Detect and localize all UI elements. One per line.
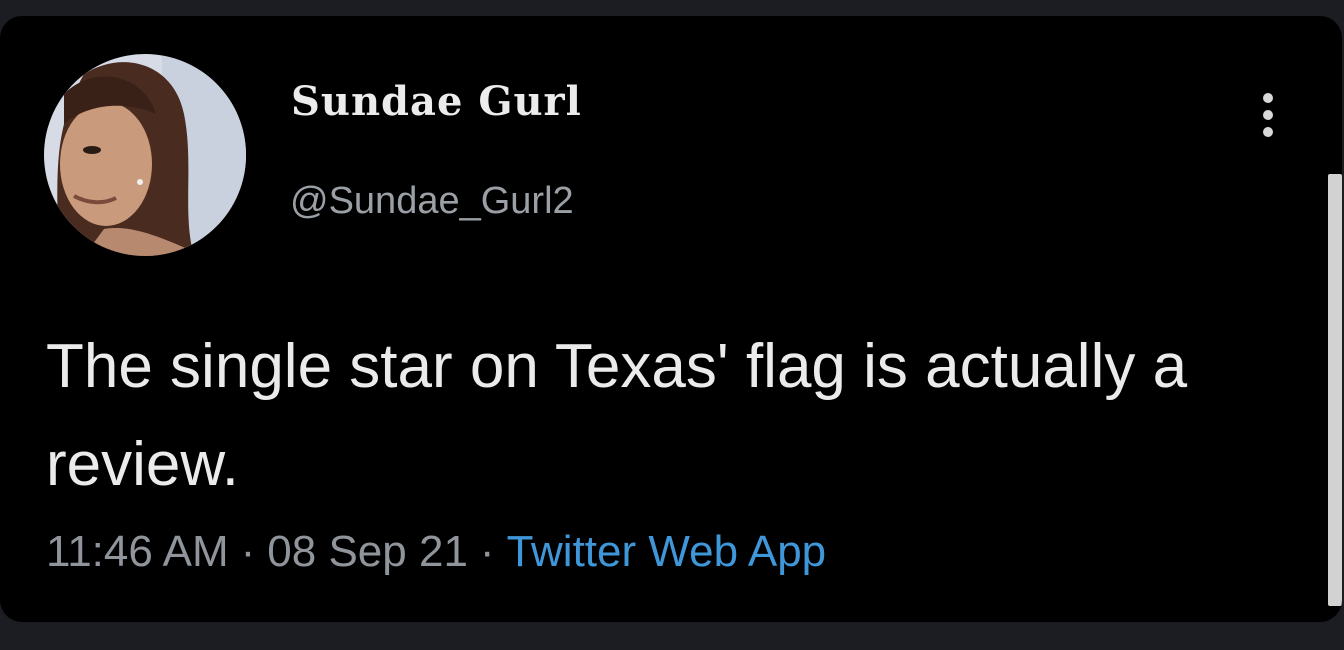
dot xyxy=(1263,127,1273,137)
scrollbar[interactable] xyxy=(1328,174,1342,606)
tweet-time[interactable]: 11:46 AM xyxy=(46,527,229,576)
dot xyxy=(1263,110,1273,120)
tweet-text: The single star on Texas' flag is actual… xyxy=(46,332,1188,499)
tweet-card: Sundae Gurl @Sundae_Gurl2 The single sta… xyxy=(0,16,1342,622)
more-options-icon[interactable] xyxy=(1254,90,1282,140)
dot xyxy=(1263,93,1273,103)
tweet-date[interactable]: 08 Sep 21 xyxy=(267,527,468,576)
separator: · xyxy=(479,527,495,576)
avatar[interactable] xyxy=(44,54,246,256)
display-name[interactable]: Sundae Gurl xyxy=(291,82,582,122)
user-handle[interactable]: @Sundae_Gurl2 xyxy=(290,182,574,220)
screenshot-frame: Sundae Gurl @Sundae_Gurl2 The single sta… xyxy=(0,0,1344,650)
avatar-photo xyxy=(44,54,246,256)
tweet-metadata: 11:46 AM · 08 Sep 21 · Twitter Web App xyxy=(46,530,826,574)
tweet-source-link[interactable]: Twitter Web App xyxy=(507,527,827,576)
separator: · xyxy=(240,527,256,576)
